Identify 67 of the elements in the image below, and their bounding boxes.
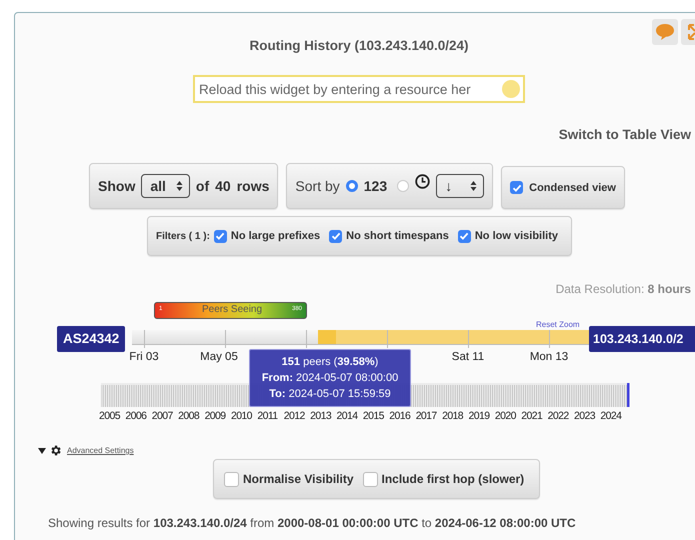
filter-label: No large prefixes (230, 230, 320, 242)
condensed-checkbox[interactable] (510, 181, 524, 194)
year-label: 2017 (416, 410, 438, 422)
gear-icon[interactable] (49, 444, 62, 457)
up-down-arrows-icon (470, 180, 478, 192)
year-label: 2019 (468, 410, 490, 422)
results-summary: Showing results for 103.243.140.0/24 from 2000-08-01 00:00:00 UTC to 2024-06-12 08:00:00 UTC (48, 516, 576, 530)
option-checkbox[interactable] (362, 472, 378, 486)
year-label: 2020 (494, 410, 517, 422)
filters-label: Filters ( 1 ): (156, 230, 210, 242)
comment-button[interactable] (652, 19, 678, 45)
year-label: 2013 (310, 410, 332, 422)
date-tick-label: Sat 11 (452, 351, 484, 363)
year-label: 2011 (257, 410, 279, 422)
year-label: 2015 (362, 410, 385, 422)
year-label: 2010 (230, 410, 253, 422)
year-label: 2024 (600, 410, 623, 422)
date-tick-label: Fri 03 (129, 351, 159, 363)
filter-checkbox[interactable] (329, 230, 342, 242)
sort-option-label: 123 (364, 178, 388, 194)
widget-title: Routing History (103.243.140.0/24) (248, 38, 470, 53)
year-label: 2014 (336, 410, 359, 422)
table-view-link[interactable]: Switch to Table View (558, 127, 691, 142)
caret-icon[interactable] (38, 448, 46, 454)
year-label: 2018 (442, 410, 464, 422)
option-checkbox[interactable] (224, 472, 239, 486)
year-label: 2005 (99, 410, 122, 422)
filter-label: No low visibility (474, 230, 558, 242)
filter-label: No short timespans (346, 230, 449, 242)
sort-radio[interactable] (346, 180, 358, 192)
filter-checkbox[interactable] (214, 230, 227, 242)
prefix-label: 103.243.140.0/2 (589, 326, 695, 352)
filter-checkbox[interactable] (458, 230, 471, 242)
tooltip-line: 151 peers (39.58%) (282, 356, 378, 368)
legend-title: Peers Seeing (202, 304, 262, 315)
up-down-arrows-icon (176, 180, 183, 192)
year-label: 2012 (284, 410, 306, 422)
tooltip-line: To: 2024-05-07 15:59:59 (269, 388, 391, 400)
year-label: 2021 (521, 410, 544, 422)
year-label: 2016 (389, 410, 412, 422)
year-label: 2023 (574, 410, 596, 422)
order-select[interactable]: ↓ (436, 174, 484, 198)
rows-select[interactable]: all (141, 174, 190, 198)
option-label: Normalise Visibility (243, 472, 354, 486)
year-label: 2007 (152, 410, 174, 422)
speech-bubble-icon (655, 23, 675, 41)
sort-radio[interactable] (397, 180, 410, 192)
date-tick-label: May 05 (200, 351, 238, 363)
of-label: of (196, 178, 210, 194)
reset-zoom-link[interactable]: Reset Zoom (536, 320, 580, 329)
resource-field[interactable]: Reload this widget by entering a resource her (193, 75, 525, 103)
condensed-label: Condensed view (529, 182, 616, 194)
year-label: 2006 (125, 410, 148, 422)
year-label: 2022 (548, 410, 570, 422)
date-tick-label: Mon 13 (530, 351, 568, 363)
rows-label: rows (236, 178, 270, 194)
clock-icon (415, 174, 430, 188)
year-label: 2008 (178, 410, 200, 422)
year-label: 2009 (204, 410, 227, 422)
row-count: 40 (215, 178, 231, 194)
advanced-settings-link[interactable]: Advanced Settings (67, 446, 134, 455)
tooltip-line: From: 2024-05-07 08:00:00 (262, 372, 398, 384)
origin-as-label: AS24342 (57, 326, 126, 352)
data-resolution: Data Resolution: 8 hours (554, 282, 692, 296)
show-label: Show (98, 178, 136, 194)
option-label: Include first hop (slower) (382, 472, 524, 486)
sort-label: Sort by (295, 178, 340, 194)
